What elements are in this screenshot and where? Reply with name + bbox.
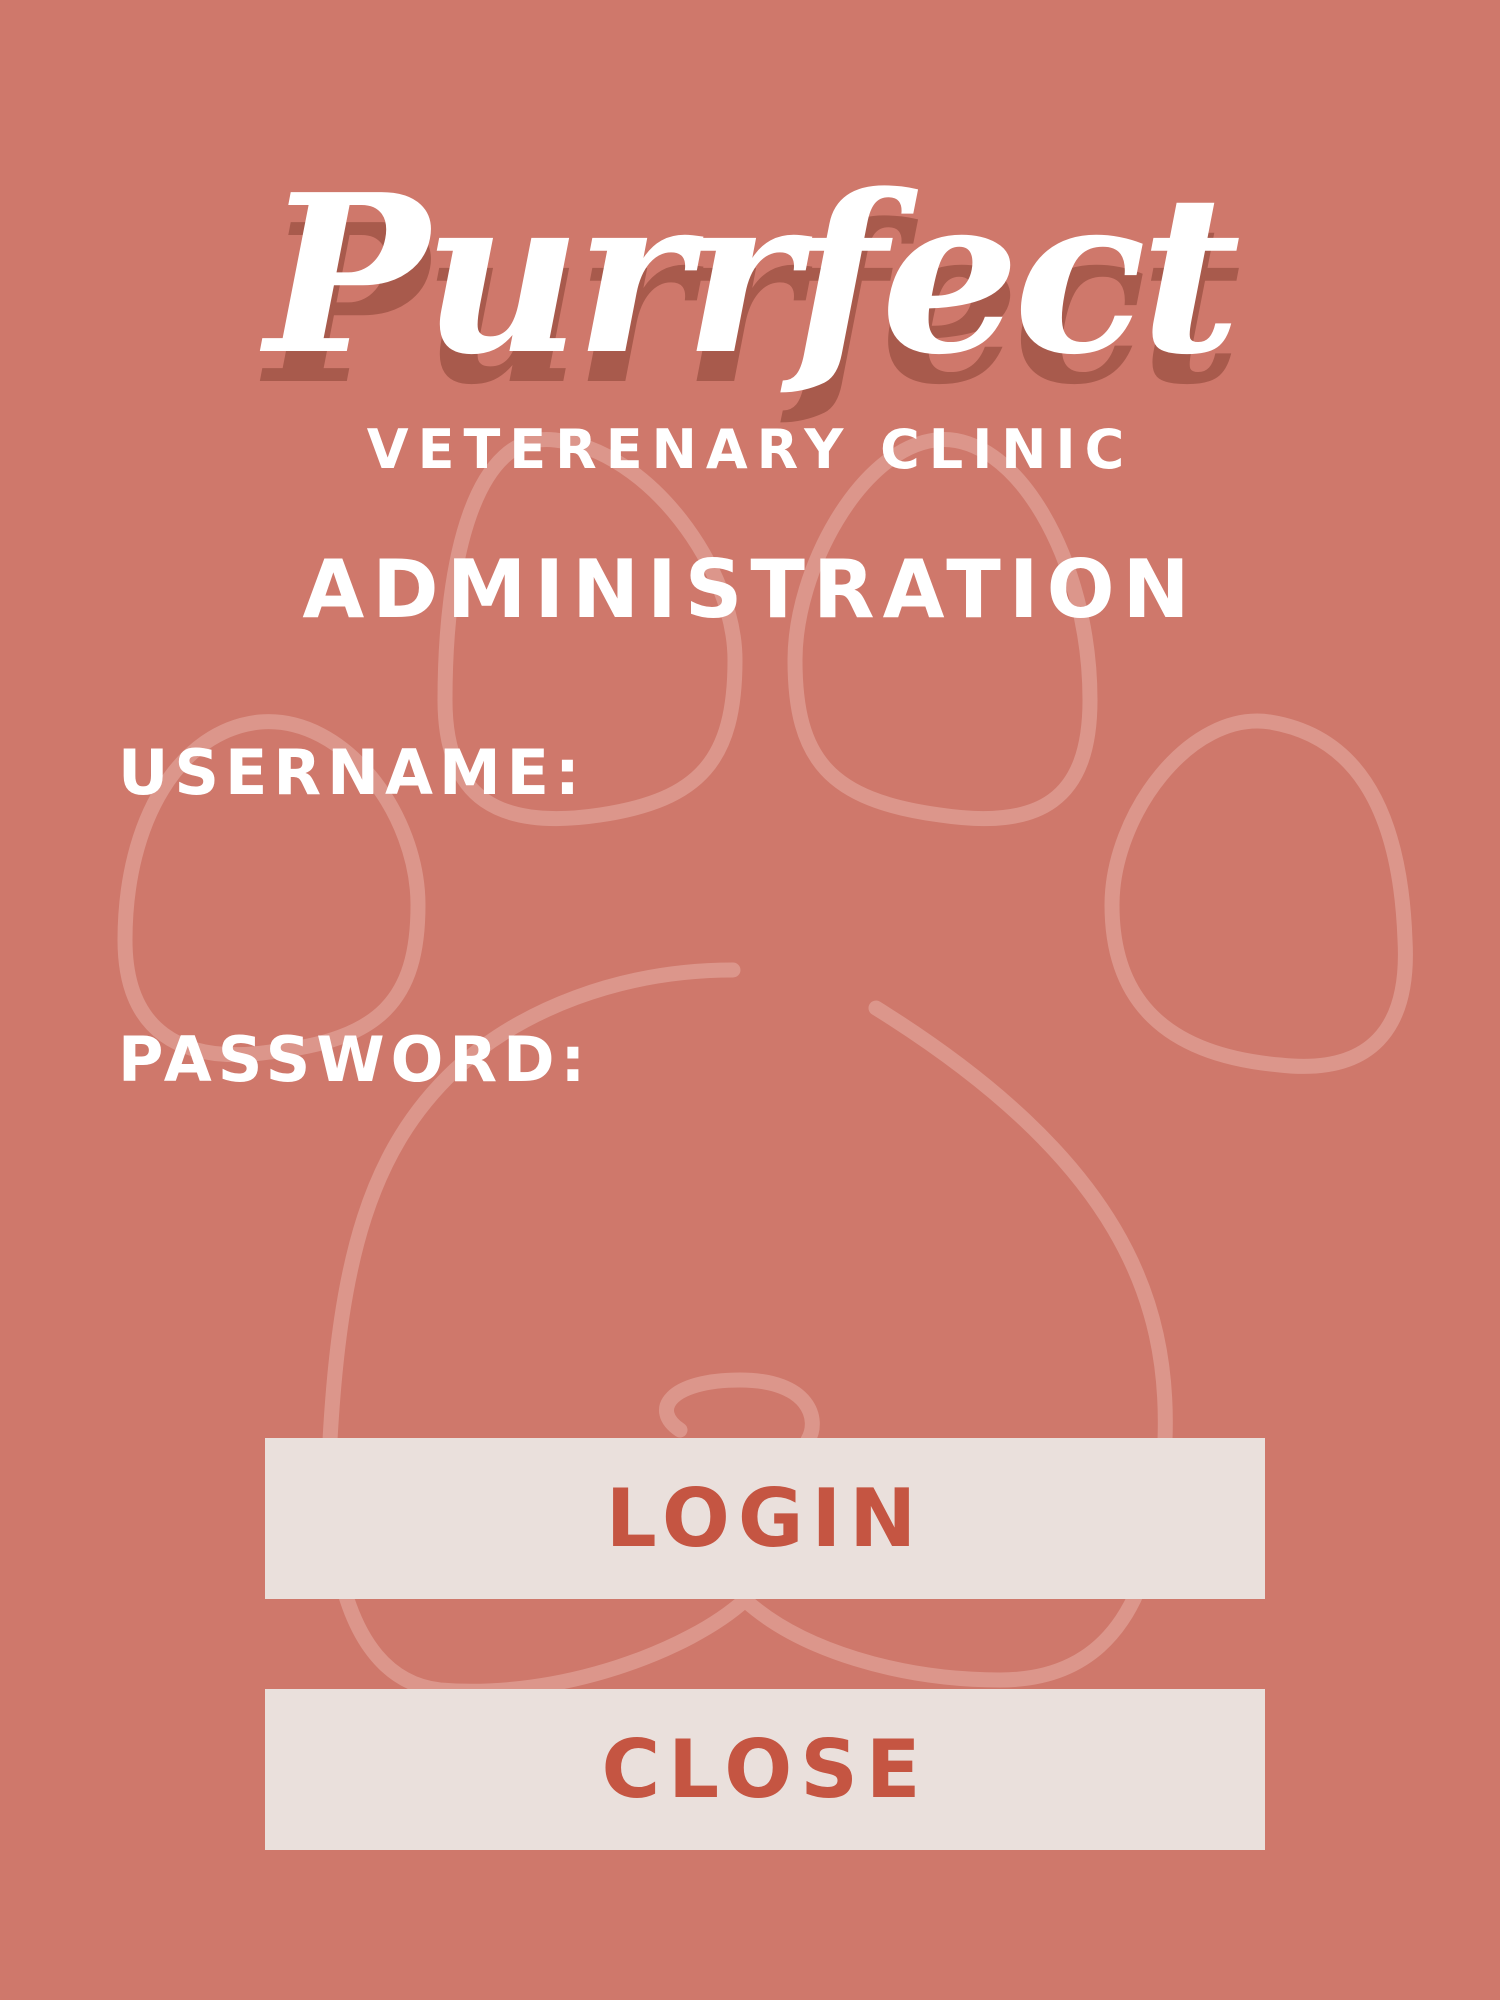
close-button[interactable]: CLOSE <box>265 1689 1265 1850</box>
logo: Purrfect Purrfect <box>0 147 1500 425</box>
page-title: ADMINISTRATION <box>302 543 1198 636</box>
username-label: USERNAME: <box>118 736 586 809</box>
close-button-label: CLOSE <box>601 1723 929 1816</box>
password-label: PASSWORD: <box>118 1023 592 1096</box>
logo-text: Purrfect <box>264 147 1241 403</box>
clinic-subtitle: VETERENARY CLINIC <box>366 418 1134 481</box>
login-button[interactable]: LOGIN <box>265 1438 1265 1599</box>
username-field[interactable] <box>570 735 1374 817</box>
login-button-label: LOGIN <box>605 1472 925 1565</box>
password-field[interactable] <box>570 1022 1374 1104</box>
